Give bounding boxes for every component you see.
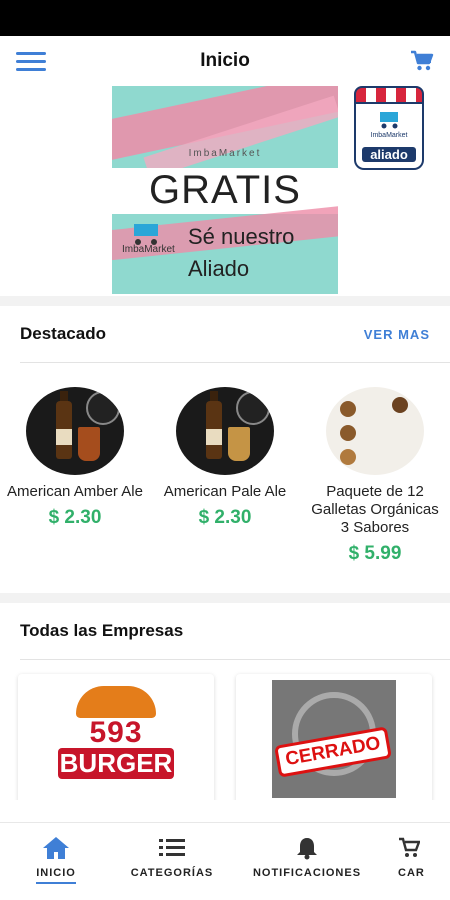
glass-shape bbox=[78, 427, 100, 461]
product-card[interactable]: American Pale Ale $ 2.30 bbox=[150, 387, 300, 593]
banner-area: ImbaMarket GRATIS ImbaMarket Sé nuestro … bbox=[0, 86, 450, 296]
cart-icon[interactable] bbox=[410, 50, 434, 72]
cookie-shape bbox=[340, 449, 356, 465]
brand-logo bbox=[236, 391, 270, 425]
menu-icon-bar bbox=[16, 68, 46, 71]
empresa-logo: CERRADO bbox=[272, 680, 396, 798]
cookie-shape bbox=[340, 425, 356, 441]
bell-icon bbox=[232, 835, 382, 861]
section-title: Destacado bbox=[20, 324, 106, 343]
cart-logo-icon bbox=[134, 224, 158, 245]
status-bar bbox=[0, 0, 450, 36]
badge-body: ImbaMarket aliado bbox=[354, 104, 424, 170]
logo-number: 593 bbox=[89, 716, 143, 749]
section-title: Todas las Empresas bbox=[20, 621, 184, 640]
list-icon bbox=[112, 835, 232, 861]
aliado-badge[interactable]: ImbaMarket aliado bbox=[354, 86, 424, 176]
destacado-header: Destacado VER MAS bbox=[0, 306, 450, 362]
banner-line1: Sé nuestro bbox=[188, 224, 295, 249]
cart-icon bbox=[398, 835, 450, 861]
burger-logo: 593 BURGER bbox=[58, 686, 174, 786]
product-price: $ 2.30 bbox=[198, 507, 252, 528]
product-name: American Amber Ale bbox=[7, 483, 143, 500]
ver-mas-link[interactable]: VER MAS bbox=[364, 327, 430, 342]
nav-label: CATEGORÍAS bbox=[130, 867, 214, 879]
bottom-nav: INICIO CATEGORÍAS NOTIFICACIONES CAR bbox=[0, 822, 450, 900]
nav-categorias[interactable]: CATEGORÍAS bbox=[112, 823, 232, 900]
bun-shape bbox=[76, 686, 156, 718]
section-divider bbox=[0, 296, 450, 306]
bottle-label bbox=[56, 429, 72, 445]
section-divider bbox=[0, 593, 450, 603]
nav-label: CAR bbox=[398, 867, 425, 879]
banner-brand: ImbaMarket bbox=[188, 148, 262, 159]
empresas-header: Todas las Empresas bbox=[0, 603, 450, 659]
nav-label: NOTIFICACIONES bbox=[252, 867, 362, 879]
app-header: Inicio bbox=[0, 36, 450, 86]
badge-brand: ImbaMarket bbox=[370, 132, 408, 139]
banner-headline: GRATIS bbox=[149, 168, 301, 212]
home-icon bbox=[0, 835, 112, 861]
brand-logo bbox=[86, 391, 120, 425]
menu-button[interactable] bbox=[16, 52, 46, 72]
product-card[interactable]: Paquete de 12 Galletas Orgánicas 3 Sabor… bbox=[300, 387, 450, 593]
page-title: Inicio bbox=[200, 50, 250, 71]
product-name: American Pale Ale bbox=[163, 483, 287, 500]
banner-line2: Aliado bbox=[188, 256, 250, 281]
nav-notificaciones[interactable]: NOTIFICACIONES bbox=[232, 823, 382, 900]
cart-logo-icon bbox=[380, 112, 398, 129]
cookie-shape bbox=[392, 397, 408, 413]
nav-inicio[interactable]: INICIO bbox=[0, 823, 112, 900]
banner-logo-text: ImbaMarket bbox=[122, 244, 175, 255]
menu-icon-bar bbox=[16, 60, 46, 63]
empresas-list[interactable]: 593 BURGER CERRADO bbox=[0, 660, 450, 800]
logo-word: BURGER bbox=[58, 748, 174, 779]
badge-label: aliado bbox=[362, 147, 416, 162]
empresa-card[interactable]: 593 BURGER bbox=[18, 674, 214, 800]
product-image bbox=[26, 387, 124, 475]
cookie-shape bbox=[340, 401, 356, 417]
product-carousel[interactable]: American Amber Ale $ 2.30 American Pale … bbox=[0, 363, 450, 593]
menu-icon bbox=[16, 52, 46, 55]
nav-carrito[interactable]: CAR bbox=[382, 823, 450, 900]
product-name: Paquete de 12 Galletas Orgánicas 3 Sabor… bbox=[311, 483, 439, 536]
product-image bbox=[176, 387, 274, 475]
glass-shape bbox=[228, 427, 250, 461]
empresa-card[interactable]: CERRADO bbox=[236, 674, 432, 800]
product-card[interactable]: American Amber Ale $ 2.30 bbox=[0, 387, 150, 593]
product-image bbox=[326, 387, 424, 475]
product-price: $ 2.30 bbox=[48, 507, 102, 528]
promo-banner[interactable]: ImbaMarket GRATIS ImbaMarket Sé nuestro … bbox=[112, 86, 338, 294]
product-price: $ 5.99 bbox=[348, 543, 402, 564]
bottle-label bbox=[206, 429, 222, 445]
nav-label: INICIO bbox=[36, 867, 76, 884]
badge-awning bbox=[354, 86, 424, 104]
